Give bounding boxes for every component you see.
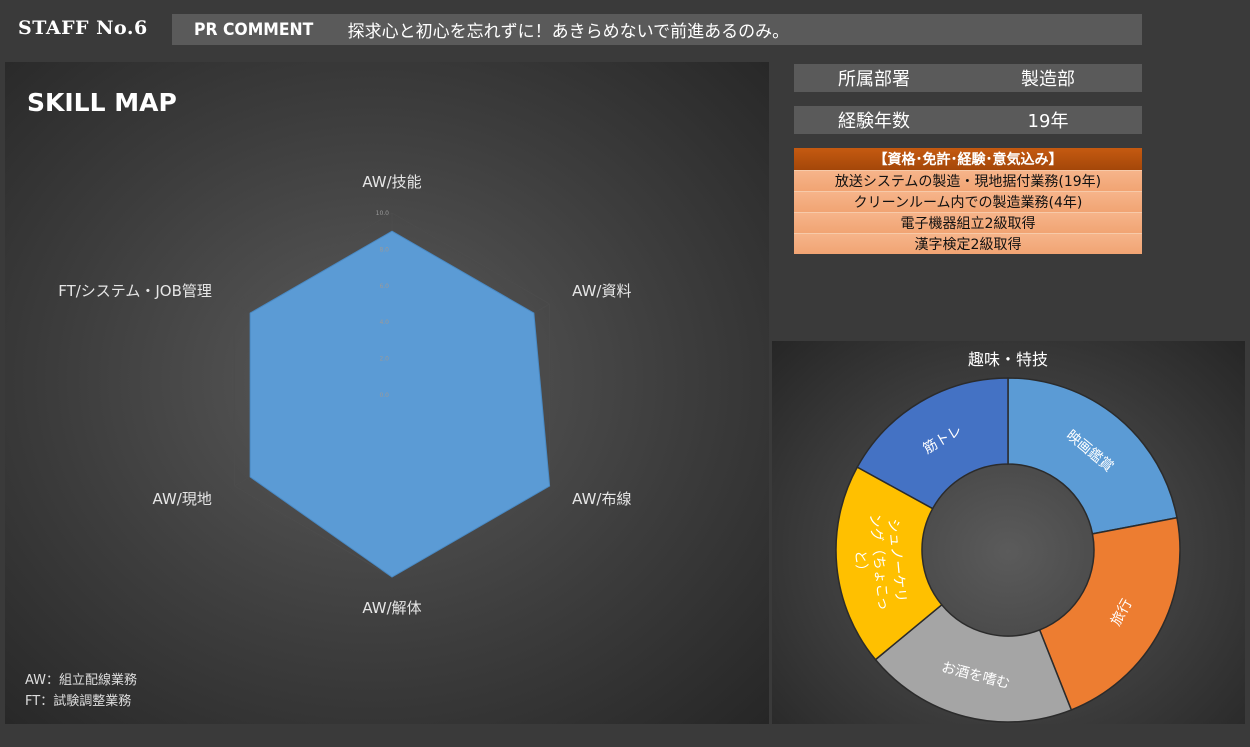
- hobby-panel: 趣味・特技 映画鑑賞 旅行 お酒を嗜む シュノーケリ ング（ちょこっ と） 筋トレ: [772, 341, 1245, 724]
- radar-axis-label: AW/技能: [362, 173, 421, 191]
- radar-tick-label: 6.0: [379, 283, 389, 290]
- years-value: 19年: [1027, 111, 1069, 132]
- qualification-item: クリーンルーム内での製造業務(4年): [794, 191, 1142, 212]
- radar-tick-label: 0.0: [379, 392, 389, 399]
- department-row: 所属部署 製造部: [794, 64, 1142, 92]
- abbreviation-notes: AW：組立配線業務 FT：試験調整業務: [25, 670, 137, 712]
- department-value: 製造部: [1021, 69, 1075, 90]
- pr-comment-bar: PR COMMENT 探求心と初心を忘れずに！あきらめないで前進あるのみ。: [172, 14, 1142, 45]
- years-row: 経験年数 19年: [794, 106, 1142, 134]
- qualification-item: 放送システムの製造・現地据付業務(19年): [794, 170, 1142, 191]
- radar-tick-label: 10.0: [376, 210, 390, 217]
- radar-axis-label: AW/布線: [572, 490, 631, 508]
- radar-tick-label: 4.0: [379, 319, 389, 326]
- department-label: 所属部署: [838, 69, 910, 90]
- hobby-chart-title: 趣味・特技: [968, 350, 1048, 369]
- qualifications-header: 【資格･免許･経験･意気込み】: [794, 148, 1142, 170]
- radar-tick-label: 2.0: [379, 356, 389, 363]
- years-label: 経験年数: [838, 111, 910, 132]
- staff-number: STAFF No.6: [18, 17, 148, 39]
- qualification-item: 電子機器組立2級取得: [794, 212, 1142, 233]
- pr-comment-label: PR COMMENT: [194, 19, 314, 40]
- pr-comment-text: 探求心と初心を忘れずに！あきらめないで前進あるのみ。: [347, 22, 790, 42]
- qualification-item: 漢字検定2級取得: [794, 233, 1142, 254]
- radar-axis-label: AW/解体: [362, 599, 421, 617]
- radar-axis-label: FT/システム・JOB管理: [58, 282, 212, 300]
- hobby-doughnut-chart: 趣味・特技映画鑑賞旅行お酒を嗜むシュノーケリング（ちょこっと）筋トレ: [835, 350, 1181, 723]
- radar-axis-label: AW/資料: [572, 282, 631, 300]
- radar-tick-label: 8.0: [379, 246, 389, 253]
- radar-series-area: [249, 230, 551, 578]
- qualifications-box: 【資格･免許･経験･意気込み】 放送システムの製造・現地据付業務(19年) クリ…: [794, 148, 1142, 254]
- skill-map-panel: SKILL MAP 0.0 2.0 4.0 6.0 8.0 10.0 AW/技能 AW/資料 A…: [5, 62, 769, 724]
- slice-label-line: と）: [851, 549, 870, 578]
- skill-radar-chart: 0.0 2.0 4.0 6.0 8.0 10.0 AW/技能 AW/資料 AW/布線 AW/解体 A…: [58, 173, 631, 617]
- radar-axis-label: AW/現地: [153, 490, 212, 508]
- note-ft: FT：試験調整業務: [25, 694, 132, 709]
- note-aw: AW：組立配線業務: [25, 673, 138, 688]
